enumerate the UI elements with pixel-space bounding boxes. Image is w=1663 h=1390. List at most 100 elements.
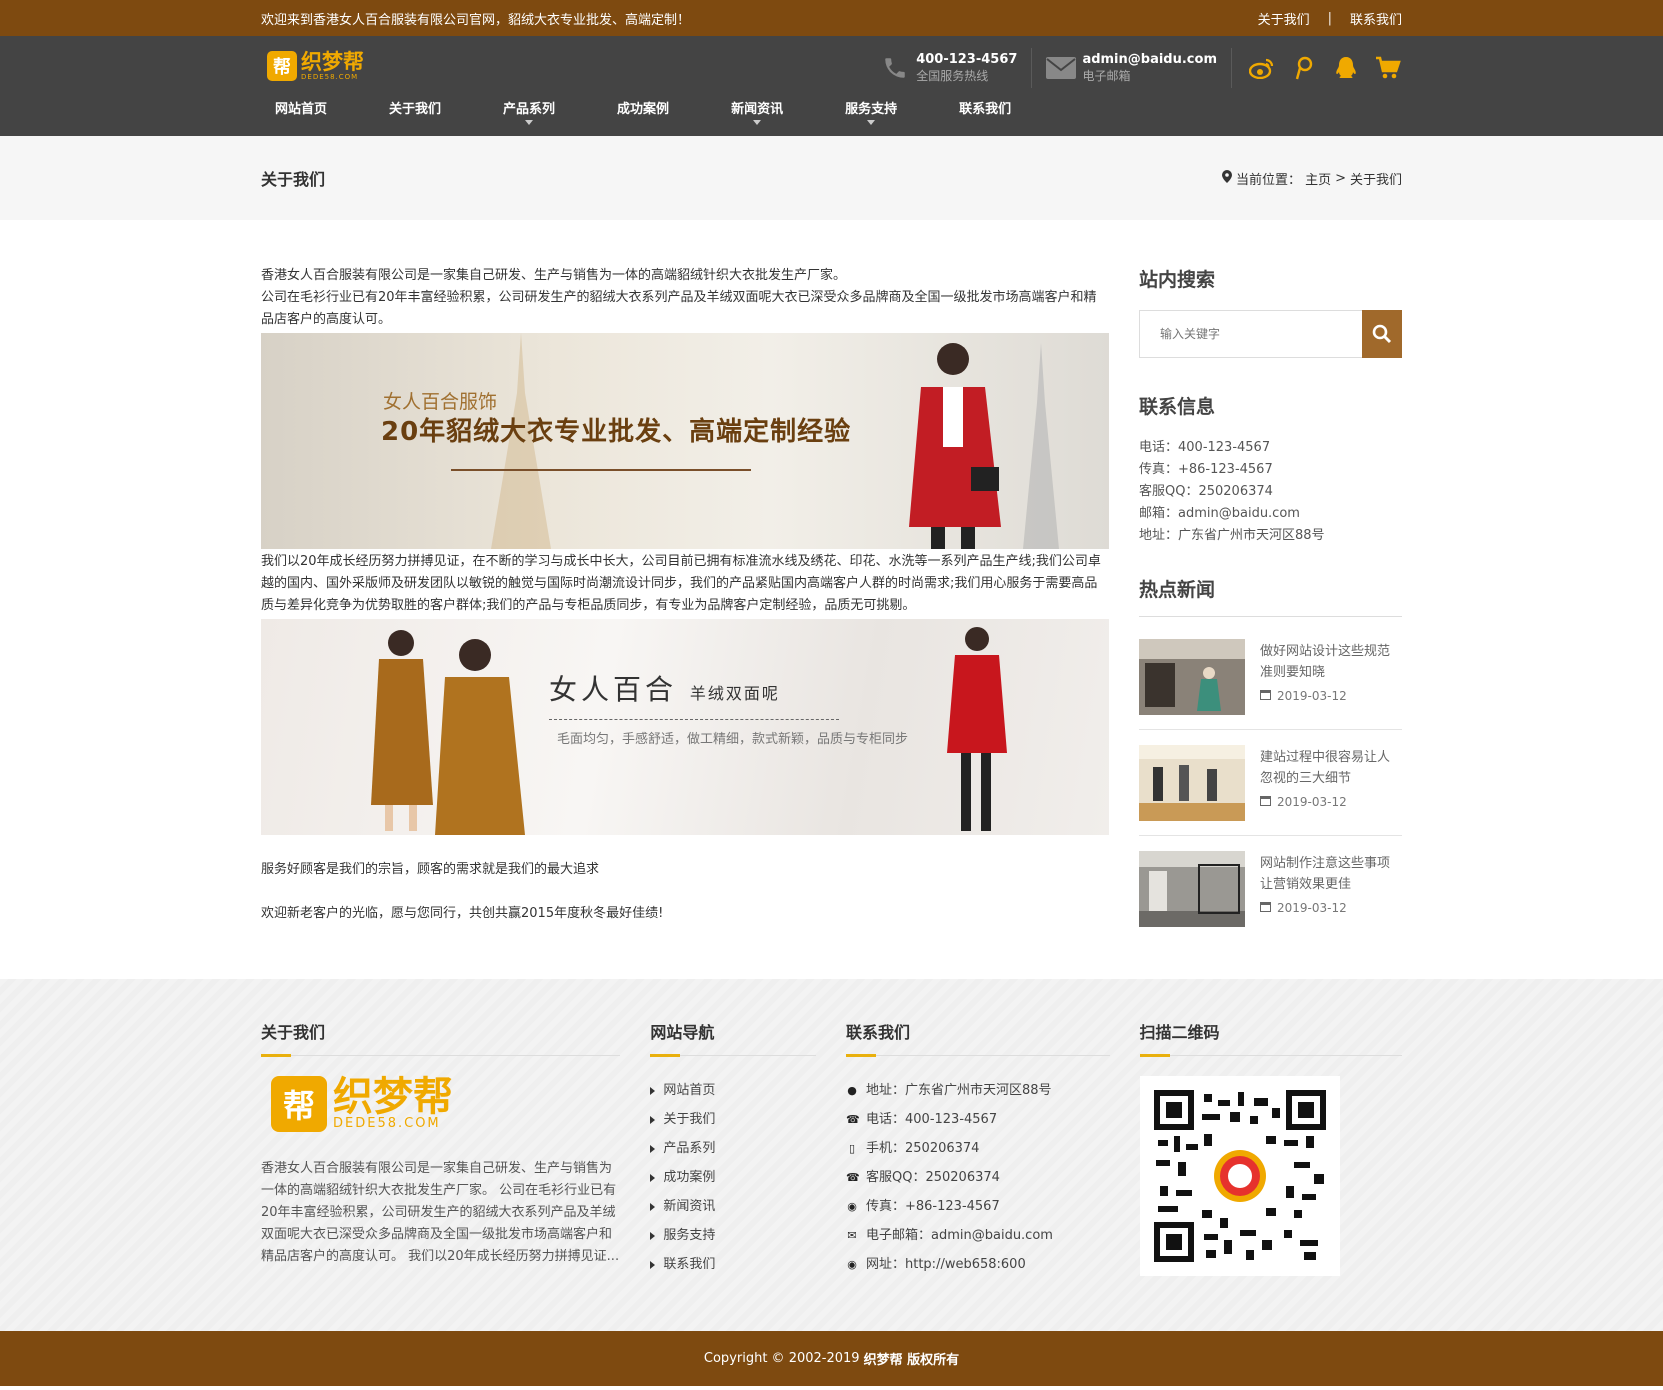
sidebar-search-title: 站内搜索 — [1139, 269, 1216, 291]
page-title: 关于我们 — [261, 170, 326, 189]
news-item[interactable]: 网站制作注意这些事项让营销效果更佳 2019-03-12 — [1139, 851, 1402, 941]
header-phone-label: 全国服务热线 — [916, 69, 989, 83]
footer-nav-link[interactable]: 网站首页 — [650, 1076, 816, 1105]
site-logo[interactable]: 帮 织梦帮 DEDE58.COM — [267, 51, 364, 81]
banner-divider — [549, 719, 839, 720]
caret-right-icon — [650, 1202, 656, 1211]
news-date: 2019-03-12 — [1260, 689, 1402, 703]
welcome-text: 欢迎来到香港女人百合服装有限公司官网，貂绒大衣专业批发、高端定制！ — [261, 12, 691, 28]
footer-logo[interactable]: 帮 织梦帮 DEDE58.COM — [261, 1076, 620, 1132]
top-link-about[interactable]: 关于我们 — [1258, 9, 1310, 28]
caret-right-icon — [650, 1144, 656, 1153]
contact-line: 邮箱：admin@baidu.com — [1139, 506, 1300, 521]
caret-right-icon — [650, 1086, 656, 1095]
contact-line: 客服QQ：250206374 — [1139, 484, 1273, 499]
model-red-coat-image — [909, 343, 1001, 549]
banner-tagline: 毛面均匀，手感舒适，做工精细，款式新颖，品质与专柜同步 — [557, 732, 909, 747]
phone-icon: ☎ — [846, 1171, 860, 1184]
sidebar: 站内搜索 联系信息 电话：400-123-4567 传真：+86-123-456… — [1139, 265, 1402, 979]
caret-right-icon — [650, 1115, 656, 1124]
article-paragraph: 欢迎新老客户的光临，愿与您同行，共创共赢2015年度秋冬最好佳绩! — [261, 906, 664, 921]
search-input[interactable] — [1139, 310, 1362, 358]
globe-icon: ◉ — [847, 1258, 857, 1271]
nav-item-products[interactable]: 产品系列 — [489, 100, 579, 130]
map-pin-icon: ● — [847, 1084, 857, 1097]
cart-icon[interactable] — [1374, 54, 1402, 82]
logo-subtext: DEDE58.COM — [301, 73, 359, 81]
breadcrumb-label: 当前位置： — [1236, 172, 1302, 188]
article-paragraph: 我们以20年成长经历努力拼搏见证，在不断的学习与成长中长大，公司目前已拥有标准流… — [261, 554, 1101, 613]
footer-contact-item: ▯ 手机：250206374 — [846, 1134, 1110, 1163]
qr-code-image — [1153, 1090, 1326, 1262]
nav-item-contact[interactable]: 联系我们 — [945, 100, 1035, 130]
footer-nav-title: 网站导航 — [650, 1019, 816, 1057]
news-item[interactable]: 建站过程中很容易让人忽视的三大细节 2019-03-12 — [1139, 745, 1402, 836]
search-form — [1139, 310, 1402, 358]
footer-nav-link[interactable]: 产品系列 — [650, 1134, 816, 1163]
mobile-icon: ▯ — [848, 1142, 856, 1155]
logo-subtext: DEDE58.COM — [333, 1116, 441, 1131]
footer-nav-link[interactable]: 联系我们 — [650, 1250, 816, 1279]
envelope-icon — [1046, 53, 1077, 83]
search-button[interactable] — [1362, 310, 1402, 358]
map-pin-icon — [1222, 169, 1233, 187]
footer-contact-item: ✉ 电子邮箱：admin@baidu.com — [846, 1221, 1110, 1250]
contact-line: 地址：广东省广州市天河区88号 — [1139, 528, 1325, 543]
banner-divider — [451, 469, 751, 471]
hot-news-list: 做好网站设计这些规范准则要知晓 2019-03-12 建站过程中很容易让人忽视的… — [1139, 639, 1402, 941]
header-phone-number: 400-123-4567 — [916, 52, 1018, 67]
footer-nav-link[interactable]: 新闻资讯 — [650, 1192, 816, 1221]
top-bar: 欢迎来到香港女人百合服装有限公司官网，貂绒大衣专业批发、高端定制！ 关于我们 |… — [0, 0, 1663, 36]
nav-item-about[interactable]: 关于我们 — [375, 100, 465, 130]
news-title[interactable]: 建站过程中很容易让人忽视的三大细节 — [1260, 747, 1402, 789]
news-thumbnail[interactable] — [1139, 851, 1245, 927]
news-title[interactable]: 做好网站设计这些规范准则要知晓 — [1260, 641, 1402, 683]
top-link-contact[interactable]: 联系我们 — [1350, 9, 1402, 28]
footer: 关于我们 帮 织梦帮 DEDE58.COM 香港女人百合服装有限公司是一家集自己… — [0, 979, 1663, 1331]
top-link-separator: | — [1327, 10, 1332, 26]
calendar-icon — [1260, 689, 1271, 703]
tencent-weibo-icon[interactable] — [1290, 54, 1318, 82]
caret-right-icon — [650, 1231, 656, 1240]
banner-headline: 20年貂绒大衣专业批发、高端定制经验 — [381, 417, 852, 447]
footer-about-text: 香港女人百合服装有限公司是一家集自己研发、生产与销售为一体的高端貂绒针织大衣批发… — [261, 1161, 620, 1264]
breadcrumb: 当前位置： 主页 > 关于我们 — [1222, 169, 1402, 188]
calendar-icon — [1260, 901, 1271, 915]
nav-item-support[interactable]: 服务支持 — [831, 100, 921, 130]
logo-text: 织梦帮 — [301, 50, 364, 74]
header-email: admin@baidu.com 电子邮箱 — [1032, 48, 1232, 88]
qr-code — [1139, 1076, 1340, 1276]
news-date: 2019-03-12 — [1260, 901, 1402, 915]
article-paragraph: 香港女人百合服装有限公司是一家集自己研发、生产与销售为一体的高端貂绒针织大衣批发… — [261, 268, 847, 283]
nav-item-news[interactable]: 新闻资讯 — [717, 100, 807, 130]
banner-subtitle: 女人百合服饰 — [383, 391, 498, 413]
logo-badge: 帮 — [267, 51, 297, 81]
footer-nav-link[interactable]: 关于我们 — [650, 1105, 816, 1134]
footer-contact-item: ☎ 电话：400-123-4567 — [846, 1105, 1110, 1134]
article-content: 香港女人百合服装有限公司是一家集自己研发、生产与销售为一体的高端貂绒针织大衣批发… — [261, 265, 1109, 979]
weibo-icon[interactable] — [1248, 54, 1276, 82]
news-item[interactable]: 做好网站设计这些规范准则要知晓 2019-03-12 — [1139, 639, 1402, 730]
nav-item-cases[interactable]: 成功案例 — [603, 100, 693, 130]
banner-image-double-face: 女人百合 羊绒双面呢 毛面均匀，手感舒适，做工精细，款式新颖，品质与专柜同步 — [261, 619, 1109, 835]
breadcrumb-separator: > — [1335, 170, 1346, 186]
copyright-brand: 织梦帮 版权所有 — [863, 1353, 960, 1368]
main-nav: 网站首页 关于我们 产品系列 成功案例 新闻资讯 服务支持 联系我们 — [261, 100, 1059, 130]
page-title-bar: 关于我们 当前位置： 主页 > 关于我们 — [0, 136, 1663, 220]
header: 帮 织梦帮 DEDE58.COM 400-123-4567 全国服务热线 adm… — [0, 36, 1663, 136]
breadcrumb-home[interactable]: 主页 — [1305, 169, 1331, 188]
news-thumbnail[interactable] — [1139, 639, 1245, 715]
news-thumbnail[interactable] — [1139, 745, 1245, 821]
phone-icon — [880, 53, 910, 83]
breadcrumb-current[interactable]: 关于我们 — [1350, 169, 1402, 188]
footer-nav-link[interactable]: 服务支持 — [650, 1221, 816, 1250]
news-title[interactable]: 网站制作注意这些事项让营销效果更佳 — [1260, 853, 1402, 895]
footer-nav-link[interactable]: 成功案例 — [650, 1163, 816, 1192]
caret-right-icon — [650, 1173, 656, 1182]
qq-icon[interactable] — [1332, 54, 1360, 82]
model-red-coat-image — [947, 627, 1007, 831]
chevron-down-icon — [525, 120, 534, 125]
model-camel-coat-image — [435, 639, 525, 835]
nav-item-home[interactable]: 网站首页 — [261, 100, 351, 130]
